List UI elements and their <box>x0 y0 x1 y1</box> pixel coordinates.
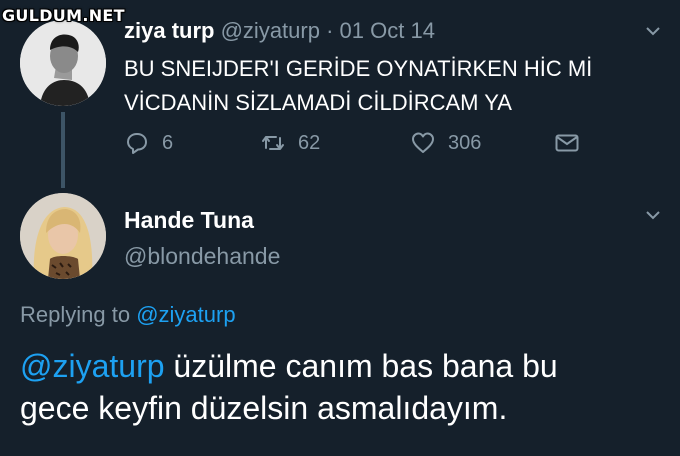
chevron-down-icon[interactable] <box>646 24 660 38</box>
reply-author-handle[interactable]: @blondehande <box>124 243 280 270</box>
meta-separator: · <box>326 18 334 43</box>
retweet-count: 62 <box>298 131 321 154</box>
reply-count: 6 <box>162 131 174 154</box>
reply-icon <box>127 133 147 154</box>
reply-text-line: gece keyfin düzelsin asmalıdayım. <box>20 390 508 426</box>
retweet-icon <box>262 136 284 150</box>
replying-to-label: Replying to <box>20 302 131 327</box>
mention-link[interactable]: @ziyaturp <box>20 348 165 384</box>
avatar[interactable] <box>20 193 106 279</box>
reply-author-name[interactable]: Hande Tuna <box>124 207 254 234</box>
avatar[interactable] <box>20 20 106 106</box>
reply-text-segment: üzülme canım bas bana bu <box>164 348 558 384</box>
chevron-down-icon[interactable] <box>646 208 660 222</box>
envelope-icon <box>555 134 579 152</box>
heart-icon <box>412 132 434 153</box>
tweet-text-line: VİCDANİN SİZLAMADİ CİLDİRCAM YA <box>124 90 512 115</box>
direct-message-button[interactable] <box>554 130 592 156</box>
reply-text: @ziyaturp üzülme canım bas bana bu gece … <box>20 345 670 429</box>
reply-button[interactable]: 6 <box>124 130 173 156</box>
tweet-date[interactable]: 01 Oct 14 <box>340 18 435 43</box>
replying-to: Replying to @ziyaturp <box>20 302 236 328</box>
tweet-header: ziya turp @ziyaturp · 01 Oct 14 <box>124 18 435 44</box>
retweet-button[interactable]: 62 <box>260 130 320 156</box>
like-button[interactable]: 306 <box>410 130 481 156</box>
watermark: GULDUM.NET <box>2 6 125 25</box>
replying-to-link[interactable]: @ziyaturp <box>136 302 235 327</box>
tweet-actions: 6 62 306 <box>0 130 680 160</box>
author-handle[interactable]: @ziyaturp <box>221 18 320 43</box>
tweet-text: BU SNEIJDER'I GERİDE OYNATİRKEN HİC Mİ V… <box>124 52 664 120</box>
tweet-text-line: BU SNEIJDER'I GERİDE OYNATİRKEN HİC Mİ <box>124 56 593 81</box>
author-name[interactable]: ziya turp <box>124 18 214 43</box>
like-count: 306 <box>448 131 482 154</box>
